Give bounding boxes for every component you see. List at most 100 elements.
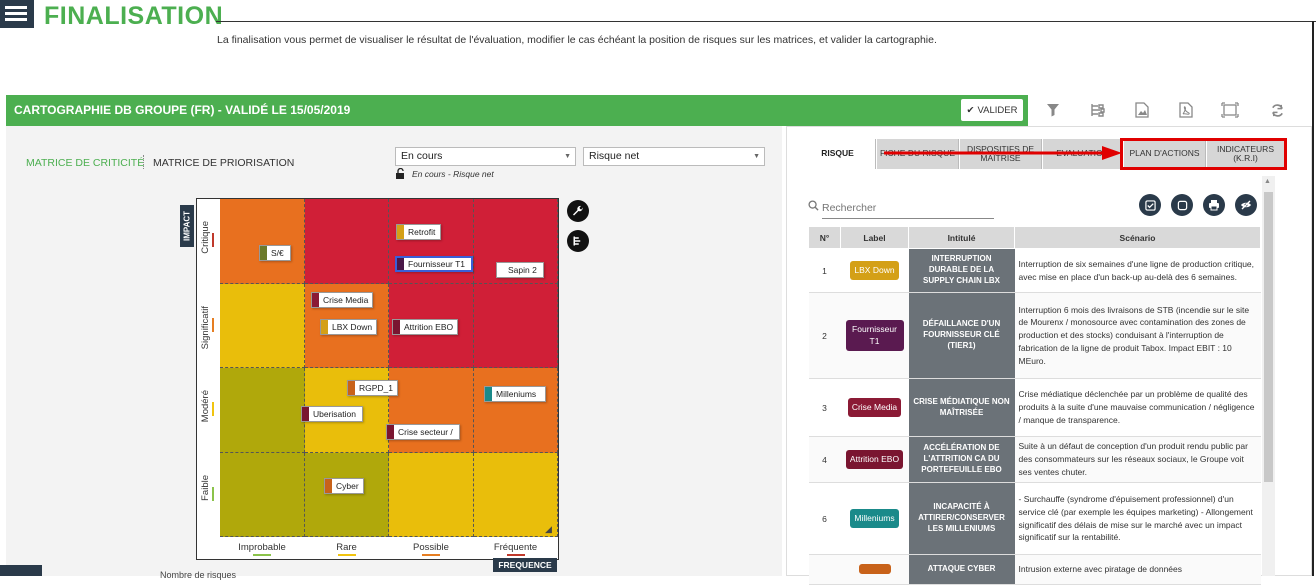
column-header-num[interactable]: N° [808,226,841,249]
risk-color-swatch [397,258,404,270]
impact-row-marker [212,233,214,247]
frequence-column-marker [337,554,356,556]
check-all-icon[interactable] [1139,194,1161,216]
filter-icon[interactable] [1043,100,1063,120]
tab-risque[interactable]: RISQUE [800,139,876,169]
image-export-icon[interactable] [1132,100,1152,120]
status-select[interactable]: En cours ▼ [395,147,576,166]
valider-label: VALIDER [977,104,1018,116]
row-label-cell: Fournisseur T1 [840,292,909,379]
table-row[interactable]: 2 Fournisseur T1 DÉFAILLANCE D'UN FOURNISS… [808,292,1261,379]
row-label-cell: Crise Media [840,378,909,437]
table-row[interactable]: 3 Crise Media CRISE MÉDIATIQUE NON MAÎTRIS… [808,378,1261,437]
tree-icon[interactable] [1087,100,1107,120]
frequence-column-label: Rare [336,542,357,553]
risk-tag[interactable]: Sapin 2 [496,262,544,278]
column-header-scenario[interactable]: Scénario [1014,226,1261,249]
matrix-cell[interactable] [220,452,305,537]
chevron-down-icon: ▼ [564,153,571,160]
risk-tag-label: Crise Media [323,295,369,305]
matrix-cell[interactable] [220,283,305,368]
risk-tag[interactable]: Crise Media [311,292,374,308]
table-row[interactable]: 1 LBX Down INTERRUPTION DURABLE DE LA SUPP… [808,248,1261,293]
scrollbar-thumb[interactable] [1264,192,1273,482]
impact-row-marker [212,402,214,416]
fullscreen-icon[interactable] [1220,100,1240,120]
column-header-label[interactable]: Label [840,226,909,249]
risk-tag[interactable]: LBX Down [320,319,378,335]
search-icon [808,200,819,214]
risk-tag-label: Sapin 2 [508,265,537,275]
risk-tag[interactable]: Attrition EBO [392,319,459,335]
risk-tag-label: Crise secteur / [398,427,453,437]
scroll-up-icon[interactable]: ▲ [1264,178,1271,185]
valider-button[interactable]: ✔ VALIDER [961,99,1023,121]
risk-table: N° Label Intitulé Scénario 1 LBX Down INTE… [808,226,1261,585]
risk-count-label: Nombre de risques [160,570,237,580]
hamburger-icon-bar [5,6,27,9]
row-scenario: Interruption 6 mois des livraisons de ST… [1014,292,1261,379]
row-intitule: CRISE MÉDIATIQUE NON MAÎTRISÉE [908,378,1015,437]
risk-label-badge: Attrition EBO [845,449,904,470]
right-border [1312,21,1314,576]
resize-grip-icon[interactable]: ◢ [545,524,552,535]
unlock-icon[interactable] [395,167,406,181]
refresh-icon[interactable] [1267,100,1287,120]
row-scenario: Crise médiatique déclenchée par un probl… [1014,378,1261,437]
wrench-icon[interactable] [567,200,589,222]
row-label-cell: LBX Down [840,248,909,293]
impact-row-label: Faible [200,474,211,501]
risk-color-swatch [397,225,404,239]
table-row[interactable]: 4 Attrition EBO ACCÉLÉRATION DE L'ATTRITIO… [808,436,1261,483]
annotation-highlight-box [1120,138,1287,170]
matrix-cell[interactable] [220,368,305,453]
state-caption: En cours - Risque net [412,169,494,179]
risk-tag[interactable]: Cyber [324,478,364,494]
menu-button[interactable] [0,0,34,28]
hide-icon[interactable] [1235,194,1257,216]
tab-matrice-priorisation[interactable]: MATRICE DE PRIORISATION [153,157,294,169]
annotation-arrow [884,146,1122,160]
row-number: 3 [808,378,841,437]
risk-tag[interactable]: Fournisseur T1 [395,256,473,272]
risk-tag[interactable]: Uberisation [301,406,363,422]
frequence-column-label: Fréquente [493,542,538,553]
row-intitule: DÉFAILLANCE D'UN FOURNISSEUR CLÉ (TIER1) [908,292,1015,379]
risk-tag-label: RGPD_1 [359,383,394,393]
row-intitule: ATTAQUE CYBER [908,554,1015,585]
tab-matrice-criticite[interactable]: MATRICE DE CRITICITÉ [26,157,144,169]
risk-tag[interactable]: Retrofit [396,224,441,240]
tree-icon[interactable] [567,230,589,252]
frequence-column-marker [253,554,271,556]
risk-color-swatch [485,387,492,401]
matrix-cell[interactable] [473,283,558,368]
risk-tag[interactable]: S/€ [259,245,291,261]
risk-tag[interactable]: Milleniums [484,386,546,402]
matrix-cell[interactable] [220,199,305,284]
risk-color-swatch [321,320,328,334]
matrix-cell[interactable] [304,199,389,284]
pdf-icon[interactable] [1176,100,1196,120]
row-number: 2 [808,292,841,379]
row-number: 4 [808,436,841,483]
row-intitule: ACCÉLÉRATION DE L'ATTRITION CA DU PORTEF… [908,436,1015,483]
matrix-cell[interactable] [304,452,389,537]
risk-color-swatch [387,425,394,439]
table-row[interactable]: 6 Milleniums INCAPACITÉ À ATTIRER/CONSERVE… [808,482,1261,555]
risk-color-swatch [302,407,309,421]
print-icon[interactable] [1203,194,1225,216]
table-row[interactable]: ATTAQUE CYBER Intrusion externe avec pira… [808,554,1261,585]
uncheck-all-icon[interactable] [1171,194,1193,216]
matrix-cell[interactable] [389,452,474,537]
risk-tag-label: Fournisseur T1 [408,259,466,269]
risk-tag-label: LBX Down [332,322,373,332]
risk-tag[interactable]: Crise secteur / [386,424,460,440]
matrix-cell[interactable] [473,368,558,453]
column-header-intitule[interactable]: Intitulé [908,226,1015,249]
row-scenario: Intrusion externe avec piratage de donné… [1014,554,1261,585]
risk-tag[interactable]: RGPD_1 [347,380,399,396]
risk-type-select[interactable]: Risque net ▼ [583,147,765,166]
risk-type-select-value: Risque net [589,150,640,162]
search-input[interactable] [822,197,994,219]
row-scenario: Interruption de six semaines d'une ligne… [1014,248,1261,293]
